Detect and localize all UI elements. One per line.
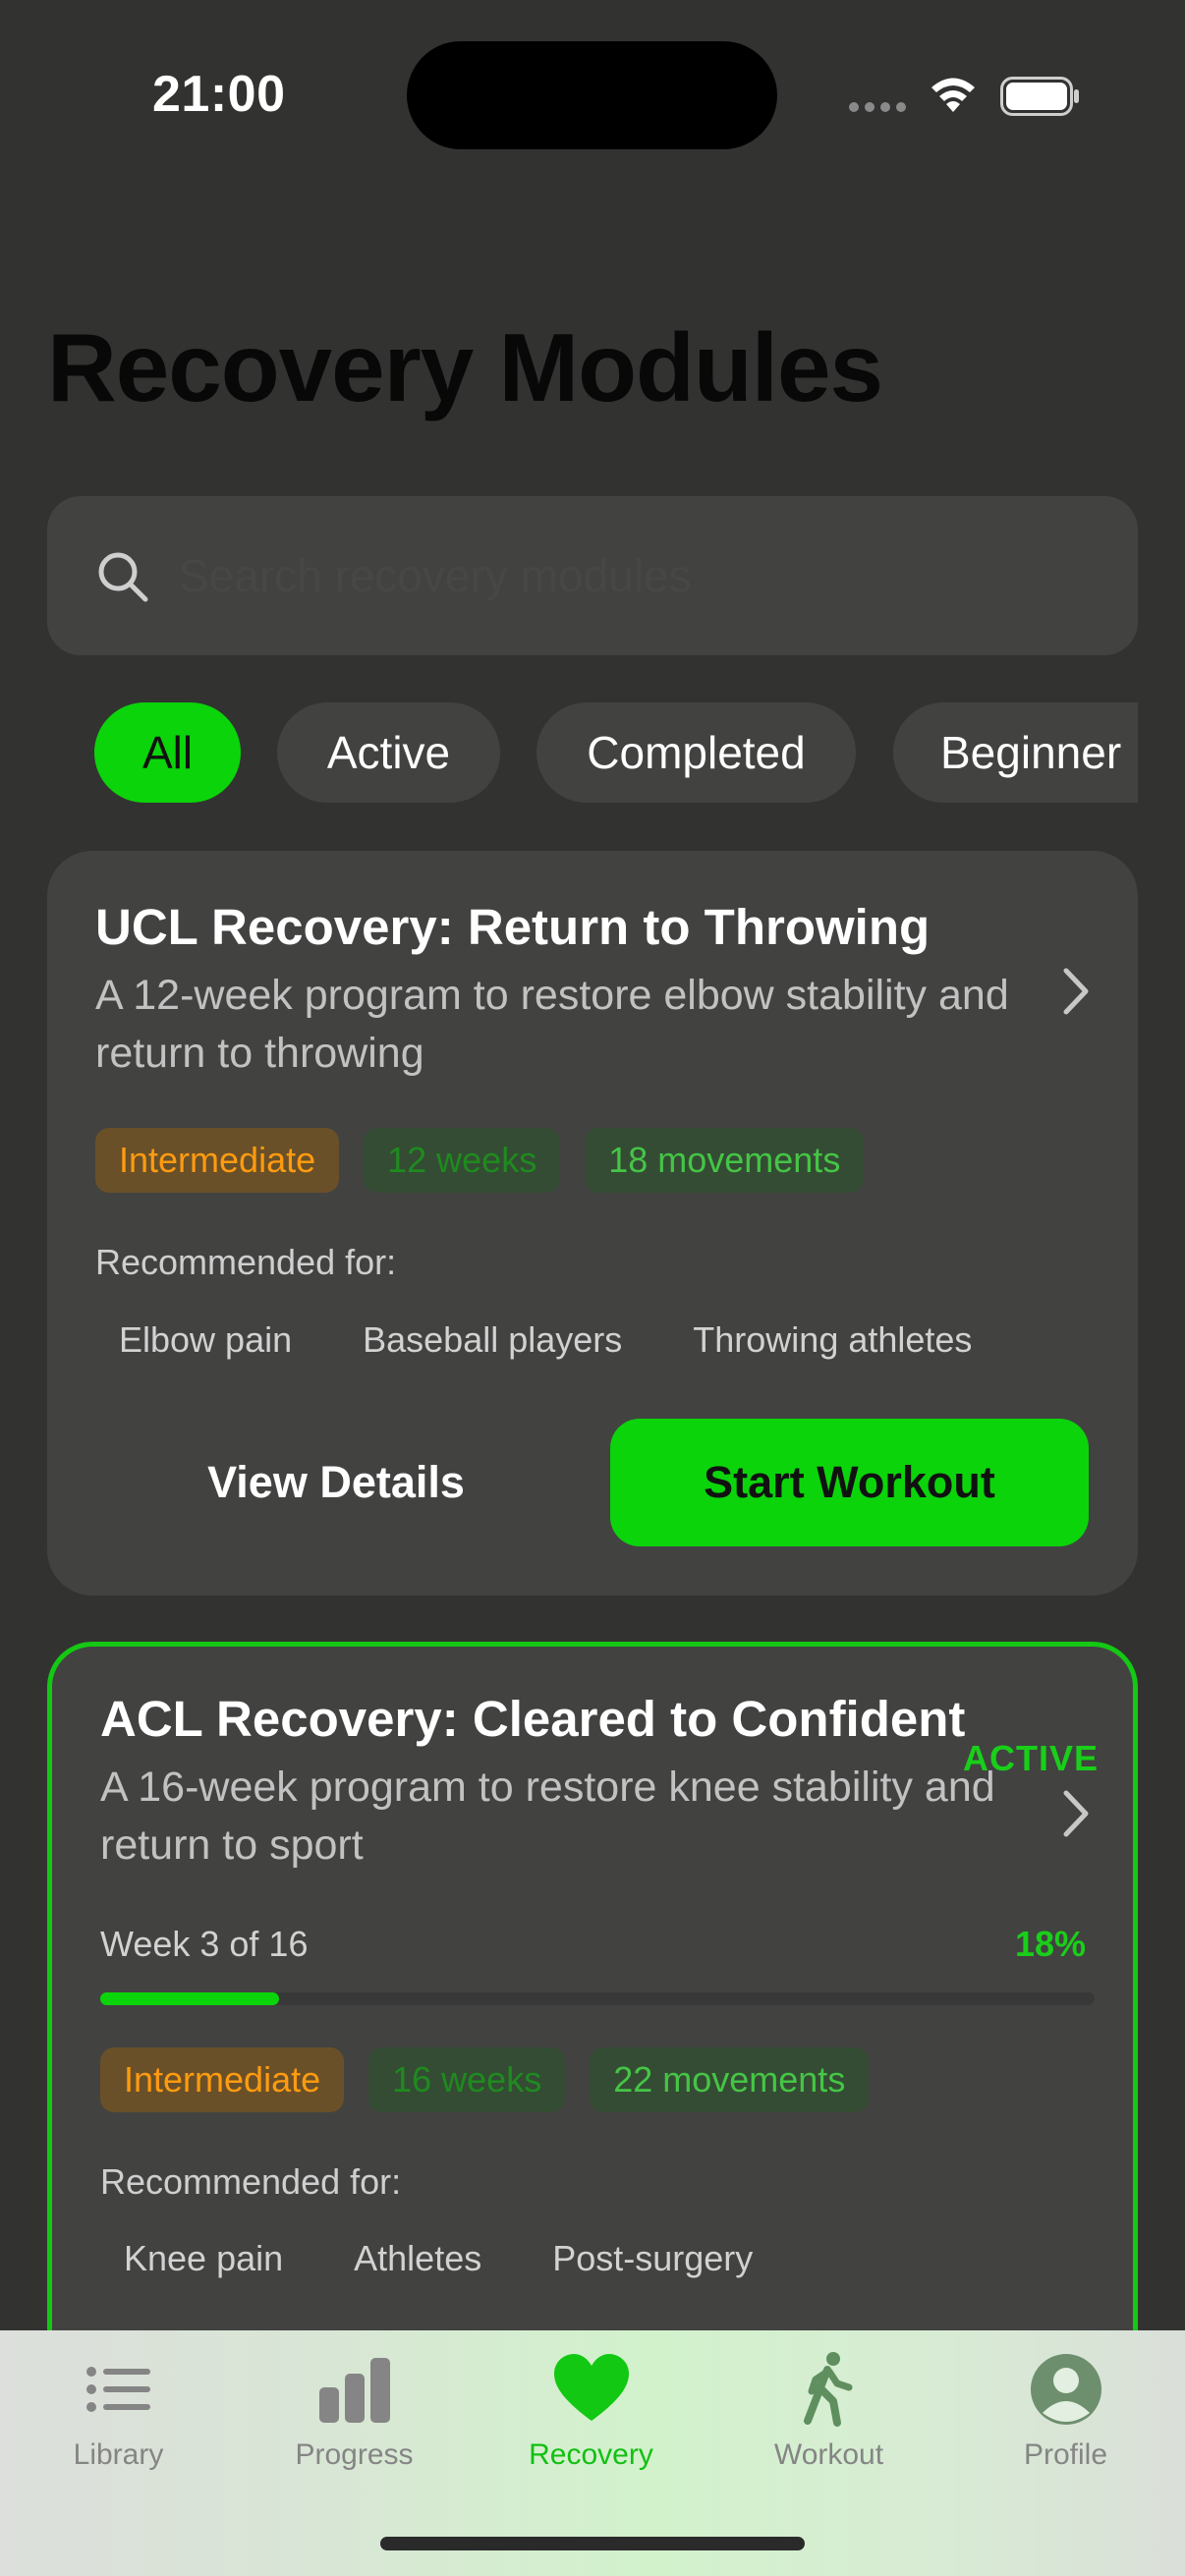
filter-chip-completed[interactable]: Completed [536,702,856,803]
tab-label: Workout [773,2438,884,2471]
filter-chips: All Active Completed Beginner [47,702,1138,803]
tab-label: Profile [1023,2438,1108,2471]
tab-label: Recovery [529,2438,653,2471]
filter-chip-active[interactable]: Active [277,702,500,803]
module-description: A 12-week program to restore elbow stabi… [95,972,1009,1077]
recommended-list: Knee pain Athletes Post-surgery [100,2226,777,2291]
tab-label: Progress [295,2438,414,2471]
level-tag: Intermediate [100,2047,345,2112]
recommended-item: Throwing athletes [669,1308,996,1372]
level-tag: Intermediate [95,1128,340,1193]
filter-chip-all[interactable]: All [94,702,241,803]
bar-chart-icon [318,2358,390,2423]
recommended-item: Elbow pain [95,1308,316,1372]
walking-figure-icon [803,2352,852,2427]
progress-week-label: Week 3 of 16 [100,1924,309,1964]
battery-icon [1000,77,1079,116]
module-card-ucl[interactable]: UCL Recovery: Return to Throwing A 12-we… [47,851,1138,1596]
person-circle-icon [1030,2354,1101,2425]
recovery-modules-screen: 21:00 Recovery Modules All Active Comple… [0,0,1185,2576]
movements-tag: 22 movements [590,2047,870,2112]
recommended-list: Elbow pain Baseball players Throwing ath… [95,1308,996,1372]
search-icon [98,552,148,602]
movements-tag: 18 movements [585,1128,865,1193]
filter-chip-beginner[interactable]: Beginner [893,702,1138,803]
recommended-item: Athletes [330,2226,506,2291]
progress-bar [100,1992,1095,2005]
module-title: UCL Recovery: Return to Throwing [95,899,931,955]
duration-tag: 12 weeks [364,1128,561,1193]
home-indicator [380,2537,805,2550]
heart-icon [553,2354,629,2421]
search-bar[interactable] [47,496,1138,655]
module-tags: Intermediate 12 weeks 18 movements [95,1128,865,1193]
module-title: ACL Recovery: Cleared to Confident [100,1691,966,1747]
wifi-icon [931,78,975,112]
page-title: Recovery Modules [47,313,883,421]
dynamic-island [407,41,777,149]
chevron-right-icon[interactable] [1061,967,1091,1016]
module-tags: Intermediate 16 weeks 22 movements [100,2047,870,2112]
tab-progress[interactable]: Progress [236,2330,473,2497]
duration-tag: 16 weeks [368,2047,566,2112]
tab-workout[interactable]: Workout [710,2330,947,2497]
tab-profile[interactable]: Profile [947,2330,1184,2497]
recommended-label: Recommended for: [95,1242,397,1282]
tab-bar: Library Progress Recovery Workout Profil… [0,2330,1185,2576]
cellular-signal-icon [849,102,906,112]
module-description: A 16-week program to restore knee stabil… [100,1764,995,1869]
search-input[interactable] [179,535,1093,616]
tab-label: Library [73,2438,164,2471]
view-details-button[interactable]: View Details [95,1419,577,1546]
tab-recovery[interactable]: Recovery [473,2330,709,2497]
recommended-label: Recommended for: [100,2161,402,2202]
recommended-item: Baseball players [339,1308,647,1372]
list-icon [85,2367,150,2412]
status-time: 21:00 [152,66,286,123]
start-workout-button[interactable]: Start Workout [610,1419,1089,1546]
recommended-item: Post-surgery [529,2226,777,2291]
recommended-item: Knee pain [100,2226,308,2291]
progress-percent: 18% [1014,1924,1086,1964]
progress-bar-fill [100,1992,280,2005]
chevron-right-icon[interactable] [1061,1789,1091,1838]
tab-library[interactable]: Library [0,2330,237,2497]
